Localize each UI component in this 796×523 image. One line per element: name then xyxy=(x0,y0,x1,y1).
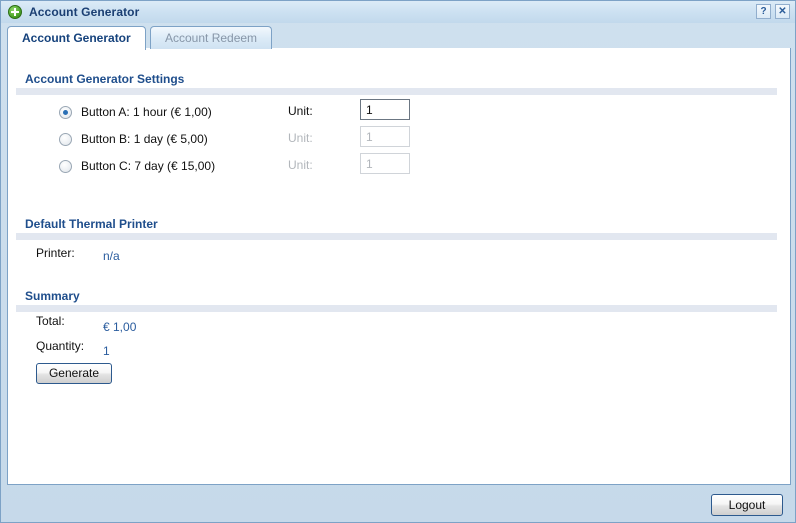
tab-account-redeem[interactable]: Account Redeem xyxy=(150,26,273,49)
quantity-label: Quantity: xyxy=(36,339,85,353)
settings-divider xyxy=(16,88,777,95)
content-panel: Account Generator Settings Button A: 1 h… xyxy=(7,48,791,485)
generate-button[interactable]: Generate xyxy=(36,363,112,384)
application-window: Account Generator ? ✕ Account Generator … xyxy=(0,0,796,523)
summary-section-heading: Summary xyxy=(25,289,80,303)
tab-bar: Account Generator Account Redeem xyxy=(7,25,791,50)
unit-label-a: Unit: xyxy=(288,104,313,118)
option-label-c: Button C: 7 day (€ 15,00) xyxy=(81,159,216,173)
option-row-a[interactable]: Button A: 1 hour (€ 1,00) xyxy=(59,103,212,121)
unit-label-b: Unit: xyxy=(288,131,313,145)
radio-button-c[interactable] xyxy=(59,159,72,173)
option-row-c[interactable]: Button C: 7 day (€ 15,00) xyxy=(59,157,215,175)
option-label-b: Button B: 1 day (€ 5,00) xyxy=(81,132,208,146)
unit-input-c[interactable] xyxy=(360,153,410,174)
title-bar: Account Generator ? ✕ xyxy=(1,1,795,23)
window-controls: ? ✕ xyxy=(756,4,790,19)
quantity-value: 1 xyxy=(103,344,110,358)
printer-section-heading: Default Thermal Printer xyxy=(25,217,158,231)
total-value: € 1,00 xyxy=(103,320,137,334)
green-plus-circle-icon xyxy=(8,5,22,19)
total-label: Total: xyxy=(36,314,65,328)
printer-label: Printer: xyxy=(36,246,75,260)
radio-button-a[interactable] xyxy=(59,105,72,119)
radio-button-b[interactable] xyxy=(59,132,72,146)
unit-input-b[interactable] xyxy=(360,126,410,147)
option-row-b[interactable]: Button B: 1 day (€ 5,00) xyxy=(59,130,208,148)
logout-button[interactable]: Logout xyxy=(711,494,783,516)
summary-divider xyxy=(16,305,777,312)
close-button[interactable]: ✕ xyxy=(775,4,790,19)
option-label-a: Button A: 1 hour (€ 1,00) xyxy=(81,105,212,119)
unit-input-a[interactable] xyxy=(360,99,410,120)
unit-label-c: Unit: xyxy=(288,158,313,172)
tab-account-generator[interactable]: Account Generator xyxy=(7,26,146,50)
printer-value: n/a xyxy=(103,249,120,263)
help-button[interactable]: ? xyxy=(756,4,771,19)
window-title: Account Generator xyxy=(29,5,140,19)
printer-divider xyxy=(16,233,777,240)
settings-section-heading: Account Generator Settings xyxy=(25,72,185,86)
